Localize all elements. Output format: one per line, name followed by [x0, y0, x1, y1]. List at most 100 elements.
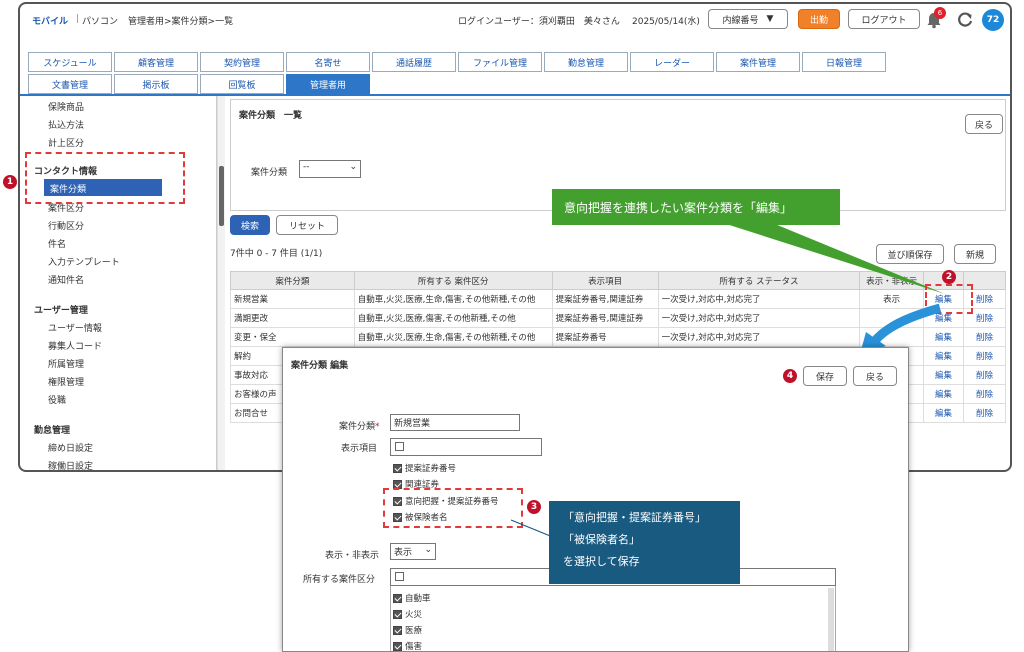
sidebar-item-user-info[interactable]: ユーザー情報 — [48, 321, 102, 334]
visible-select-value: 表示 — [394, 548, 413, 558]
extension-select-label: 内線番号 — [722, 15, 759, 26]
bell-icon[interactable]: 6 — [926, 7, 946, 29]
step-marker-4: 4 — [783, 369, 797, 383]
mobile-link[interactable]: モバイル — [32, 14, 68, 27]
callout-arrow — [720, 222, 945, 294]
chevron-down-icon: ⌄ — [349, 162, 357, 172]
cell-name: 満期更改 — [230, 308, 355, 328]
kubun-option-label: 自動車 — [405, 594, 431, 604]
kubun-option-0[interactable]: 自動車 — [393, 592, 431, 604]
dialog-back-button[interactable]: 戻る — [853, 366, 897, 386]
sidebar-item-working-day[interactable]: 稼働日設定 — [48, 459, 93, 470]
current-date: 2025/05/14(水) — [632, 17, 700, 27]
checkbox-checked-icon — [393, 626, 402, 635]
edit-link[interactable]: 編集 — [923, 365, 965, 385]
tab-row1-7[interactable]: レーダー — [630, 52, 714, 72]
tab-row1-3[interactable]: 名寄せ — [286, 52, 370, 72]
delete-link[interactable]: 削除 — [963, 346, 1006, 366]
kubun-select-all-checkbox[interactable] — [395, 572, 404, 581]
breadcrumb: 管理者用>案件分類>一覧 — [128, 17, 234, 27]
tab-row2-2[interactable]: 回覧板 — [200, 74, 284, 94]
tab-row1-9[interactable]: 日報管理 — [802, 52, 886, 72]
sidebar-item-payment-method[interactable]: 払込方法 — [48, 118, 84, 131]
tab-row2-3[interactable]: 管理者用 — [286, 74, 370, 94]
sidebar-item-insurance-products[interactable]: 保険商品 — [48, 100, 84, 113]
delete-link[interactable]: 削除 — [963, 327, 1006, 347]
tab-row1-2[interactable]: 契約管理 — [200, 52, 284, 72]
delete-link[interactable]: 削除 — [963, 403, 1006, 423]
sidebar-item-position[interactable]: 役職 — [48, 393, 66, 406]
notification-count-badge: 6 — [934, 7, 946, 19]
visible-select[interactable]: 表示 ⌄ — [390, 543, 436, 560]
sidebar-item-action-type[interactable]: 行動区分 — [48, 219, 84, 232]
tab-row1-4[interactable]: 通話履歴 — [372, 52, 456, 72]
dialog-title: 案件分類 編集 — [291, 361, 349, 371]
delete-link[interactable]: 削除 — [963, 384, 1006, 404]
sidebar-item-affiliation[interactable]: 所属管理 — [48, 357, 84, 370]
tab-row1-6[interactable]: 勤怠管理 — [544, 52, 628, 72]
chevron-down-icon: ▼ — [766, 14, 774, 24]
checkbox-checked-icon — [393, 594, 402, 603]
filter-select[interactable]: -- ⌄ — [299, 160, 361, 178]
items-select-all-checkbox[interactable] — [395, 442, 404, 451]
dialog-save-button[interactable]: 保存 — [803, 366, 847, 386]
name-label-text: 案件分類 — [339, 422, 376, 432]
login-user: ログインユーザー：須刈覇田 美々さん — [458, 17, 620, 27]
extension-select[interactable]: 内線番号 ▼ — [708, 9, 788, 29]
kubun-option-label: 火災 — [405, 610, 423, 620]
new-button[interactable]: 新規 — [954, 244, 996, 264]
tab-row1-0[interactable]: スケジュール — [28, 52, 112, 72]
name-input[interactable]: 新規営業 — [390, 414, 520, 431]
tab-row2-0[interactable]: 文書管理 — [28, 74, 112, 94]
items-listbox-header[interactable] — [390, 438, 542, 456]
sidebar-item-input-template[interactable]: 入力テンプレート — [48, 255, 120, 268]
blue-callout: 「意向把握・提案証券番号」 「被保険者名」 を選択して保存 — [549, 501, 740, 584]
sidebar-item-booking-category[interactable]: 計上区分 — [48, 136, 84, 149]
tab-row1-8[interactable]: 案件管理 — [716, 52, 800, 72]
kubun-option-3[interactable]: 傷害 — [393, 640, 423, 652]
reset-button[interactable]: リセット — [276, 215, 338, 235]
logout-button[interactable]: ログアウト — [848, 9, 920, 29]
edit-link[interactable]: 編集 — [923, 384, 965, 404]
sidebar-item-notify-subject[interactable]: 通知件名 — [48, 273, 84, 286]
pc-link[interactable]: パソコン — [82, 14, 118, 27]
kubun-option-label: 傷害 — [405, 642, 423, 652]
cell-items: 提案証券番号,関連証券 — [551, 308, 659, 328]
filter-label: 案件分類 — [251, 168, 288, 178]
cell-status: 一次受け,対応中,対応完了 — [657, 327, 861, 347]
cell-name: 変更・保全 — [230, 327, 355, 347]
required-mark: * — [375, 422, 380, 432]
user-avatar[interactable]: 72 — [982, 9, 1004, 31]
refresh-icon[interactable] — [956, 11, 974, 29]
tab-row1-5[interactable]: ファイル管理 — [458, 52, 542, 72]
visible-label: 表示・非表示 — [325, 551, 380, 561]
cell-kubun: 自動車,火災,医療,傷害,その他新種,その他 — [353, 308, 553, 328]
result-count: 7件中 0 - 7 件目 (1/1) — [230, 249, 323, 259]
sidebar-item-subject[interactable]: 件名 — [48, 237, 66, 250]
item-option-label: 提案証券番号 — [405, 464, 457, 474]
tab-row1-1[interactable]: 顧客管理 — [114, 52, 198, 72]
sidebar-item-closing-day[interactable]: 締め日設定 — [48, 441, 93, 454]
delete-link[interactable]: 削除 — [963, 365, 1006, 385]
kubun-option-2[interactable]: 医療 — [393, 624, 422, 636]
cell-status: 一次受け,対応中,対応完了 — [657, 308, 861, 328]
scrollbar-thumb[interactable] — [219, 166, 224, 226]
sidebar-scrollbar[interactable] — [217, 96, 225, 470]
edit-link[interactable]: 編集 — [923, 403, 965, 423]
step-marker-3: 3 — [527, 500, 541, 514]
tab-row2-1[interactable]: 掲示板 — [114, 74, 198, 94]
sidebar-item-permissions[interactable]: 権限管理 — [48, 375, 84, 388]
kubun-option-1[interactable]: 火災 — [393, 608, 422, 620]
sidebar-item-recruiter-code[interactable]: 募集人コード — [48, 339, 102, 352]
checkbox-checked-icon — [393, 464, 402, 473]
step-marker-1: 1 — [3, 175, 17, 189]
page-title: 案件分類 一覧 — [239, 111, 303, 121]
kubun-listbox[interactable] — [390, 586, 836, 651]
back-button[interactable]: 戻る — [965, 114, 1003, 134]
clock-in-button[interactable]: 出勤 — [798, 9, 840, 29]
item-option-0[interactable]: 提案証券番号 — [393, 462, 456, 474]
table-header-1: 所有する 案件区分 — [353, 271, 553, 290]
search-button[interactable]: 検索 — [230, 215, 270, 235]
kubun-scrollbar[interactable] — [828, 588, 834, 651]
name-label: 案件分類* — [339, 419, 380, 432]
